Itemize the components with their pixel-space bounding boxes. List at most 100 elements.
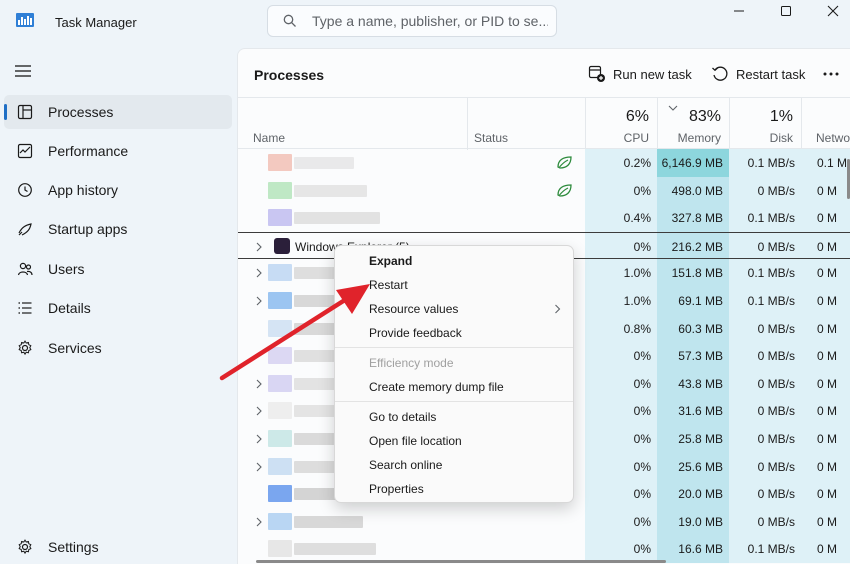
menu-item-label: Efficiency mode [369,356,454,370]
cpu-cell: 0% [585,342,657,370]
chevron-right-icon[interactable] [255,296,263,306]
run-new-task-button[interactable]: Run new task [588,63,692,87]
nav-item-startup-apps[interactable]: Startup apps [4,212,232,246]
net-cell: 0 M [801,204,850,232]
mem-cell: 25.6 MB [657,452,729,481]
column-header-status[interactable]: Status [467,98,585,150]
pixelated-process-icon [268,457,292,475]
restart-task-button[interactable]: Restart task [711,63,811,87]
status-header-label: Status [474,131,509,145]
net-value: 0 M [817,266,838,281]
mem-cell: 151.8 MB [657,259,729,287]
menu-item-open-file-location[interactable]: Open file location [339,430,571,452]
menu-item-restart[interactable]: Restart [339,274,571,296]
cpu-value: 1.0% [623,266,651,281]
maximize-button[interactable] [763,0,809,32]
nav-item-performance[interactable]: Performance [4,134,232,168]
disk-cell: 0 MB/s [729,425,801,453]
net-cell: 0 M [801,259,850,287]
nav-item-details[interactable]: Details [4,291,232,325]
net-value: 0 M [817,376,838,391]
net-cell: 0 M [801,507,850,536]
mem-value: 25.8 MB [678,432,723,446]
close-button[interactable] [810,0,850,32]
search-box[interactable] [267,5,557,37]
chevron-right-icon[interactable] [255,462,263,472]
cpu-value: 0% [633,514,651,529]
net-cell: 0 M [801,397,850,425]
nav-label: App history [48,182,119,198]
chevron-right-icon[interactable] [255,379,263,389]
mem-cell: 25.8 MB [657,425,729,453]
table-row[interactable]: 0% 498.0 MB 0 MB/s 0 M [238,176,850,205]
column-header-memory[interactable]: 83% Memory [657,98,729,150]
pixelated-process-icon [268,209,292,227]
pixelated-process-icon [268,319,292,337]
menu-item-provide-feedback[interactable]: Provide feedback [339,322,571,344]
column-header-network[interactable]: 0 Netwo [801,98,850,150]
mem-value: 31.6 MB [678,404,723,419]
search-input[interactable] [312,12,548,30]
run-task-icon [588,65,605,82]
menu-item-label: Resource values [369,302,459,316]
mem-cell: 31.6 MB [657,397,729,425]
nav-item-services[interactable]: Services [4,331,232,365]
table-row[interactable]: 0% 19.0 MB 0 MB/s 0 M [238,507,850,536]
mem-cell: 57.3 MB [657,342,729,370]
menu-item-label: Create memory dump file [369,380,504,394]
cpu-value: 0% [633,487,651,502]
column-header-name[interactable]: Name [253,131,285,145]
menu-item-search-online[interactable]: Search online [339,454,571,476]
cpu-value: 0.2% [623,156,651,170]
net-cell: 0.1 M [801,149,850,177]
cpu-cell: 0% [585,507,657,536]
menu-item-resource-values[interactable]: Resource values [339,298,571,320]
table-row[interactable]: 0.4% 327.8 MB 0.1 MB/s 0 M [238,204,850,232]
table-row[interactable]: 0% 16.6 MB 0.1 MB/s 0 M [238,535,850,563]
nav-item-processes[interactable]: Processes [4,95,232,129]
horizontal-scrollbar[interactable] [256,560,666,563]
chevron-right-icon[interactable] [255,242,263,252]
cpu-value: 0% [633,542,651,557]
net-cell: 0 M [801,480,850,508]
menu-separator [335,347,573,348]
column-header-cpu[interactable]: 6% CPU [585,98,657,150]
nav-label: Processes [48,104,114,120]
column-header-disk[interactable]: 1% Disk [729,98,801,150]
history-icon [18,183,32,197]
menu-item-go-to-details[interactable]: Go to details [339,406,571,428]
net-value: 0 M [817,294,838,308]
mem-cell: 216.2 MB [657,232,729,259]
disk-value: 0 MB/s [757,459,795,474]
net-cell: 0 M [801,535,850,563]
services-icon [18,340,32,356]
nav-item-app-history[interactable]: App history [4,173,232,207]
disk-cell: 0.1 MB/s [729,204,801,232]
net-cell: 0 M [801,176,850,205]
chevron-right-icon[interactable] [255,406,263,416]
cpu-value: 0% [633,376,651,391]
more-options-button[interactable] [820,63,844,87]
disk-cell: 0 MB/s [729,314,801,343]
menu-item-expand[interactable]: Expand [339,250,571,272]
disk-value: 0.1 MB/s [747,266,795,281]
nav-item-users[interactable]: Users [4,252,232,286]
mem-cell: 60.3 MB [657,314,729,343]
net-cell: 0 M [801,425,850,453]
startup-icon [18,223,32,236]
chevron-right-icon[interactable] [255,268,263,278]
disk-header-label: Disk [769,131,793,145]
table-row[interactable]: 0.2% 6,146.9 MB 0.1 MB/s 0.1 M [238,149,850,177]
chevron-right-icon[interactable] [255,517,263,527]
nav-item-settings[interactable]: Settings [4,530,232,564]
net-cell: 0 M [801,287,850,315]
cpu-value: 0% [633,239,651,254]
hamburger-menu-icon[interactable] [15,64,31,78]
minimize-button[interactable] [716,0,762,32]
cpu-cell: 0% [585,425,657,453]
chevron-right-icon[interactable] [255,434,263,444]
menu-item-create-memory-dump-file[interactable]: Create memory dump file [339,376,571,398]
cpu-value: 0.8% [623,321,651,336]
menu-item-properties[interactable]: Properties [339,478,571,500]
close-icon [827,5,839,17]
